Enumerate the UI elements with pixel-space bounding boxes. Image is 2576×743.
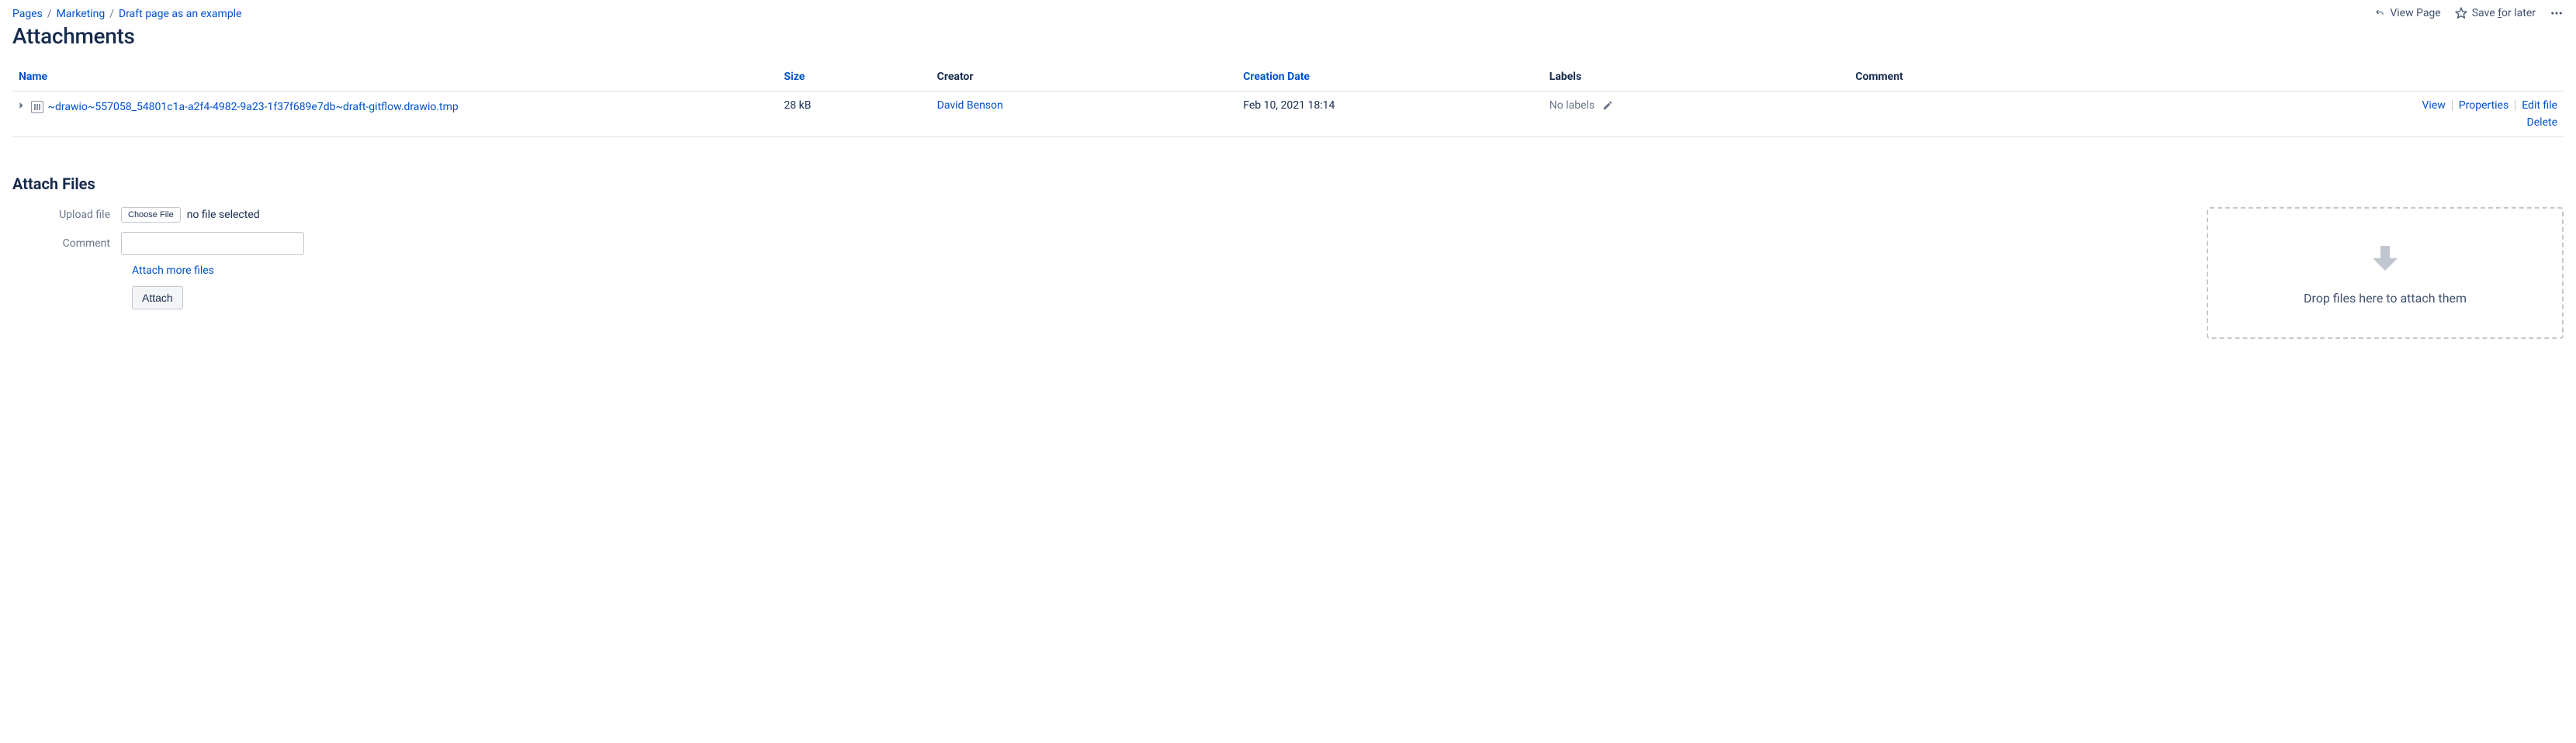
save-for-later-label: Save for later — [2472, 7, 2536, 19]
table-row: ~drawio~557058_54801c1a-a2f4-4982-9a23-1… — [12, 92, 2564, 137]
column-header-comment: Comment — [1849, 63, 2257, 92]
choose-file-button[interactable]: Choose File — [121, 207, 181, 223]
expand-row-toggle[interactable] — [19, 99, 26, 113]
attach-files-heading: Attach Files — [12, 175, 2564, 193]
file-dropzone[interactable]: Drop files here to attach them — [2207, 207, 2564, 339]
action-properties[interactable]: Properties — [2459, 99, 2508, 112]
attach-files-form: Upload file Choose File no file selected… — [12, 207, 304, 309]
action-view[interactable]: View — [2422, 99, 2446, 112]
star-icon — [2455, 7, 2467, 19]
attachment-comment — [1849, 92, 2257, 137]
attachment-file-link[interactable]: ~drawio~557058_54801c1a-a2f4-4982-9a23-1… — [47, 101, 458, 113]
reply-arrow-icon — [2374, 9, 2385, 18]
breadcrumb: Pages / Marketing / Draft page as an exa… — [12, 6, 242, 20]
attachments-table: Name Size Creator Creation Date Labels C… — [12, 63, 2564, 137]
attachment-file-icon — [31, 101, 43, 113]
page-title: Attachments — [12, 23, 242, 49]
column-header-size[interactable]: Size — [777, 63, 930, 92]
action-delete[interactable]: Delete — [2527, 116, 2557, 129]
more-actions-button[interactable] — [2550, 6, 2564, 20]
download-arrow-icon — [2367, 241, 2404, 282]
edit-labels-icon[interactable] — [1602, 100, 1613, 111]
breadcrumb-link-marketing[interactable]: Marketing — [57, 8, 106, 20]
column-header-creation-date[interactable]: Creation Date — [1237, 63, 1543, 92]
comment-input[interactable] — [121, 232, 304, 255]
breadcrumb-separator: / — [47, 8, 52, 20]
column-header-actions — [2257, 63, 2564, 92]
upload-file-label: Upload file — [12, 209, 121, 221]
save-for-later-button[interactable]: Save for later — [2455, 7, 2536, 19]
column-header-name[interactable]: Name — [12, 63, 777, 92]
dropzone-text: Drop files here to attach them — [2304, 291, 2467, 306]
attachment-creator-link[interactable]: David Benson — [937, 99, 1003, 112]
breadcrumb-link-pages[interactable]: Pages — [12, 8, 43, 20]
comment-label: Comment — [12, 237, 121, 250]
breadcrumb-link-draft-page[interactable]: Draft page as an example — [119, 8, 242, 20]
view-page-button[interactable]: View Page — [2374, 7, 2440, 19]
file-selection-status: no file selected — [187, 209, 260, 221]
attachment-creation-date: Feb 10, 2021 18:14 — [1237, 92, 1543, 137]
action-edit-file[interactable]: Edit file — [2522, 99, 2557, 112]
view-page-label: View Page — [2390, 7, 2440, 19]
attachment-size: 28 kB — [777, 92, 930, 137]
ellipsis-icon — [2550, 6, 2564, 20]
breadcrumb-separator: / — [109, 8, 114, 20]
attach-more-files-link[interactable]: Attach more files — [132, 264, 214, 277]
column-header-labels: Labels — [1543, 63, 1850, 92]
action-divider — [2452, 100, 2453, 111]
attachment-labels: No labels — [1549, 99, 1594, 112]
attach-button[interactable]: Attach — [132, 286, 183, 309]
column-header-creator: Creator — [931, 63, 1238, 92]
